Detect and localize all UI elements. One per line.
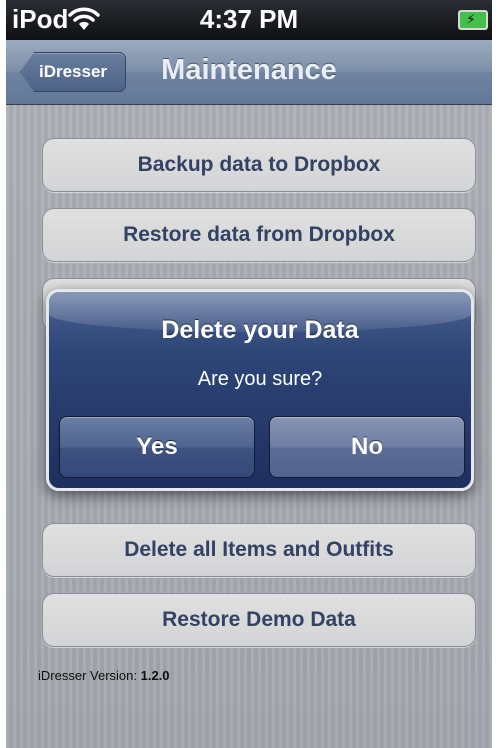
delete-confirm-alert: Delete your Data Are you sure? Yes No: [46, 289, 474, 491]
status-bar: iPod 4:37 PM ⚡: [6, 0, 492, 40]
yes-button[interactable]: Yes: [59, 416, 255, 478]
navigation-bar: iDresser Maintenance: [6, 40, 492, 105]
alert-message: Are you sure?: [197, 368, 323, 390]
app-screen: iPod 4:37 PM ⚡ iDresser Maintenance Back…: [6, 0, 492, 748]
no-button[interactable]: No: [269, 416, 465, 478]
charging-bolt-icon: ⚡: [466, 11, 476, 27]
page-title: Maintenance: [161, 54, 337, 86]
battery-icon: ⚡: [458, 10, 488, 30]
status-time: 4:37 PM: [199, 4, 299, 34]
alert-title: Delete your Data: [161, 316, 359, 344]
